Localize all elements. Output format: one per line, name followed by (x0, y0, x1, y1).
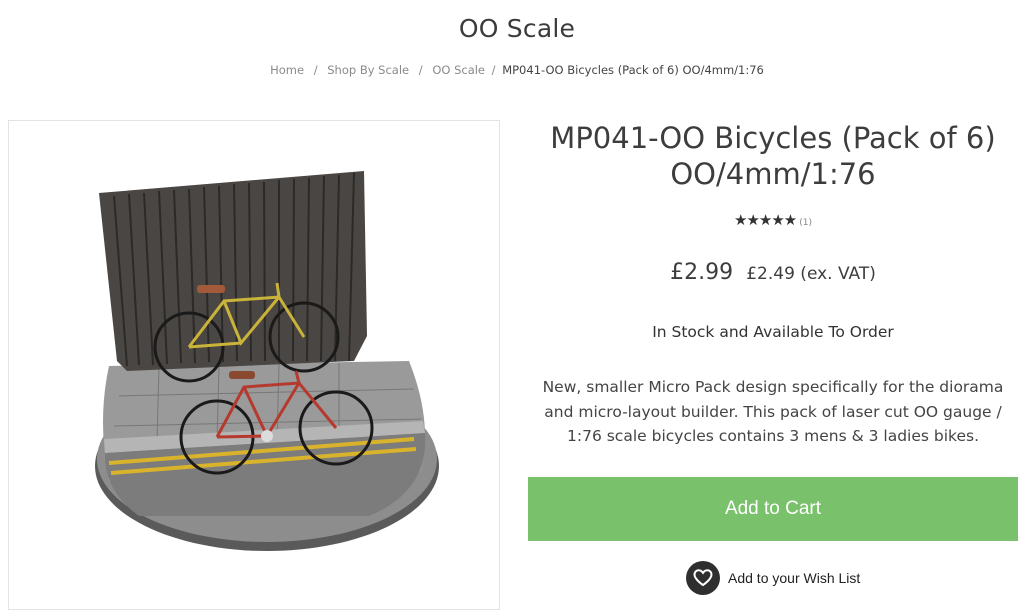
product-title: MP041-OO Bicycles (Pack of 6) OO/4mm/1:7… (528, 120, 1018, 192)
product-title-line-1: MP041-OO Bicycles (Pack of 6) (550, 121, 996, 155)
product-rating[interactable]: ★★★★★ (1) (528, 211, 1018, 229)
breadcrumb: Home / Shop By Scale / OO Scale / MP041-… (0, 63, 1034, 77)
category-title: OO Scale (458, 14, 576, 43)
breadcrumb-separator: / (313, 63, 318, 77)
rating-stars-icon: ★★★★★ (734, 211, 797, 229)
wishlist-label[interactable]: Add to your Wish List (728, 570, 860, 586)
add-to-cart-button[interactable]: Add to Cart (528, 477, 1018, 541)
price-ex-vat: £2.49 (ex. VAT) (746, 264, 876, 284)
rating-count[interactable]: (1) (799, 218, 812, 228)
price: £2.99 (670, 260, 734, 285)
product-photo-bicycles-diorama (95, 171, 439, 551)
breadcrumb-separator: / (418, 63, 423, 77)
breadcrumb-current: MP041-OO Bicycles (Pack of 6) OO/4mm/1:7… (502, 63, 764, 77)
stock-status: In Stock and Available To Order (652, 323, 894, 341)
heart-icon[interactable] (686, 561, 720, 595)
product-title-line-2: OO/4mm/1:76 (670, 157, 876, 191)
price-row: £2.99 £2.49 (ex. VAT) (528, 260, 1018, 285)
breadcrumb-oo-scale[interactable]: OO Scale (432, 63, 485, 77)
product-image[interactable] (8, 120, 500, 610)
breadcrumb-shop-by-scale[interactable]: Shop By Scale (327, 63, 409, 77)
breadcrumb-separator: / (491, 63, 496, 77)
breadcrumb-home[interactable]: Home (270, 63, 304, 77)
add-to-wishlist-button[interactable]: Add to your Wish List (686, 561, 860, 595)
product-description: New, smaller Micro Pack design specifica… (542, 378, 1004, 445)
